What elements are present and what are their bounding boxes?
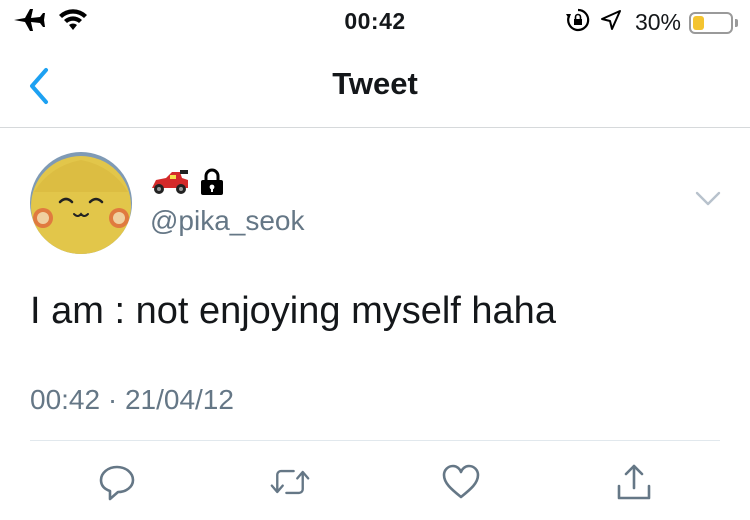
page-title: Tweet bbox=[332, 66, 418, 101]
nav-bar: Tweet bbox=[0, 42, 750, 128]
battery-icon bbox=[689, 11, 733, 34]
reply-icon bbox=[99, 465, 135, 501]
race-car-emoji bbox=[150, 168, 190, 201]
like-button[interactable] bbox=[441, 462, 481, 502]
tweet-actions bbox=[0, 458, 750, 508]
tweet-text: I am : not enjoying myself haha bbox=[30, 290, 556, 332]
like-icon bbox=[442, 464, 480, 499]
retweet-icon bbox=[270, 469, 310, 495]
avatar[interactable] bbox=[30, 152, 132, 254]
status-right: 30% bbox=[565, 7, 738, 38]
lock-icon bbox=[200, 168, 224, 201]
divider bbox=[30, 440, 720, 441]
battery-level bbox=[693, 15, 704, 30]
share-button[interactable] bbox=[614, 462, 654, 502]
tweet-menu-button[interactable] bbox=[694, 190, 722, 208]
battery-percent: 30% bbox=[634, 9, 681, 35]
reply-button[interactable] bbox=[97, 462, 137, 502]
display-name[interactable] bbox=[150, 168, 224, 201]
status-bar: 00:42 30% bbox=[0, 0, 750, 42]
location-arrow-icon bbox=[599, 8, 623, 37]
chevron-down-icon bbox=[695, 191, 721, 206]
retweet-button[interactable] bbox=[270, 462, 310, 502]
orientation-lock-icon bbox=[565, 7, 591, 38]
tweet-timestamp: 00:42 · 21/04/12 bbox=[30, 384, 234, 415]
battery-cap bbox=[735, 18, 738, 27]
username[interactable]: @pika_seok bbox=[150, 205, 305, 237]
tweet-detail-screen: 00:42 30% Tweet @pika_seok I am: not en… bbox=[0, 0, 750, 520]
share-icon bbox=[617, 464, 651, 500]
